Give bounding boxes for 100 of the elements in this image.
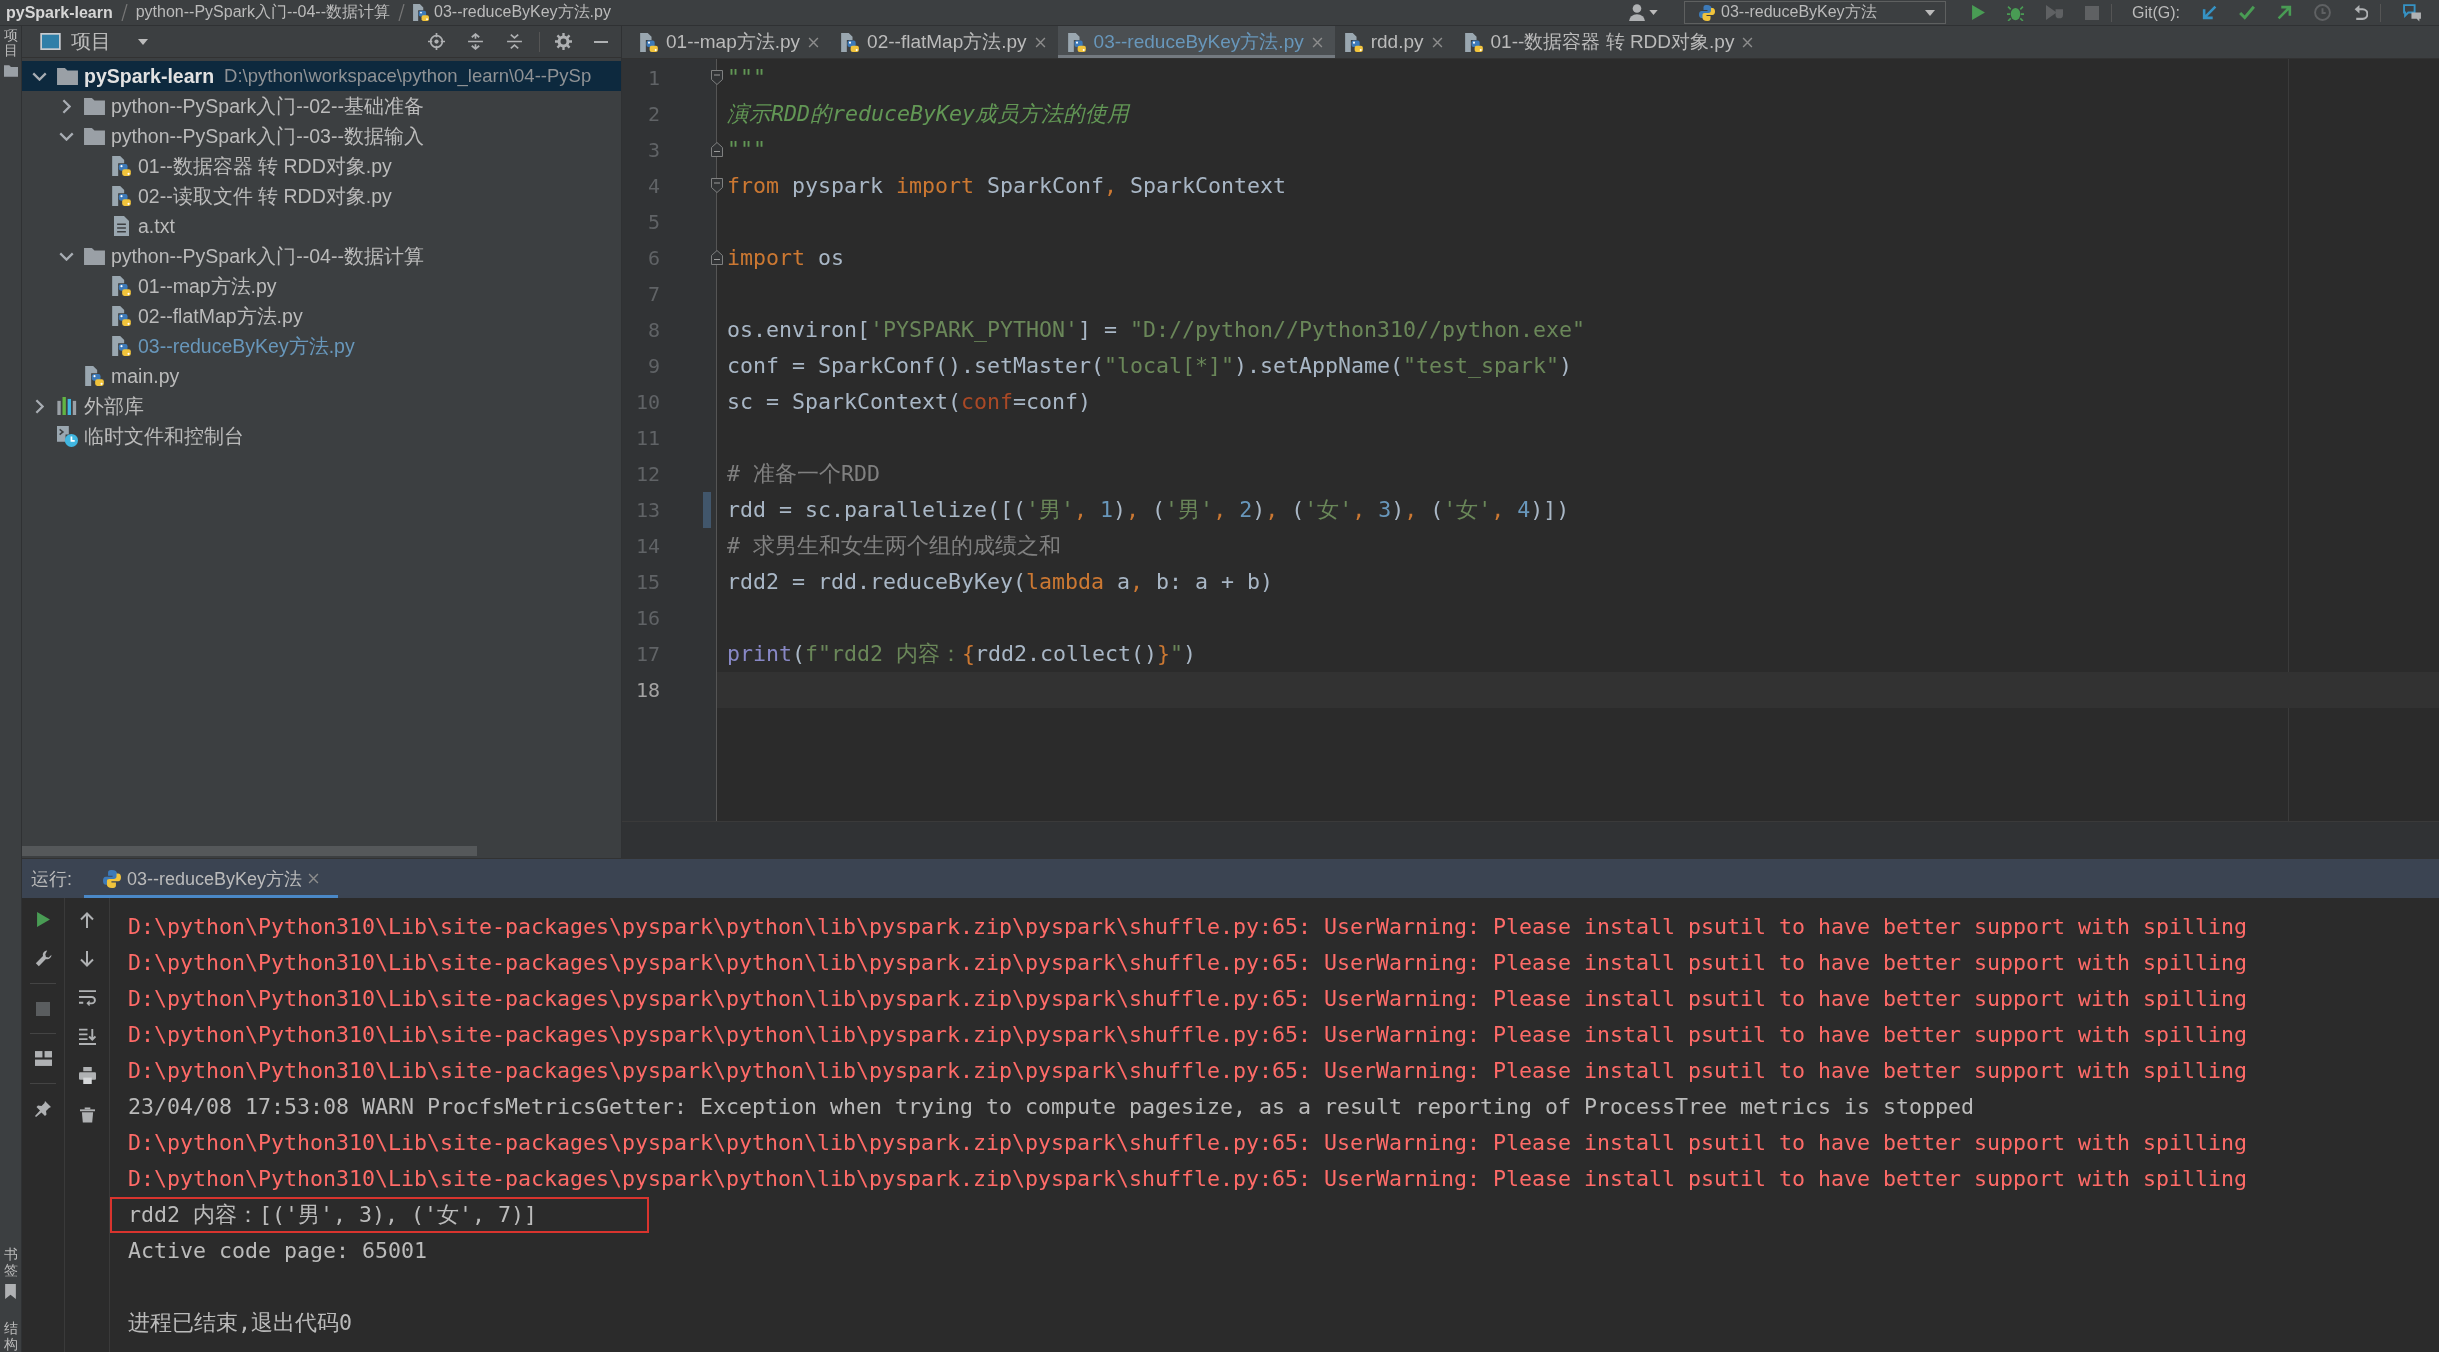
chevron-right-icon[interactable] — [34, 398, 44, 414]
console-line: 23/04/08 17:53:08 WARN ProcfsMetricsGetter: Exception when trying to compute pagesize, as a result reporting of ProcessTree metrics is stopped — [128, 1093, 1975, 1121]
tree-item[interactable]: 02--读取文件 转 RDD对象.py — [22, 181, 621, 211]
python-file-icon — [84, 366, 104, 386]
editor-tab[interactable]: 02--flatMap方法.py — [831, 26, 1058, 58]
gear-icon[interactable] — [555, 33, 572, 50]
console-line: D:\python\Python310\Lib\site-packages\pyspark\python\lib\pyspark.zip\pyspark\shuffle.py:65: UserWarning: Please install psutil to have better support with spilling — [128, 985, 2248, 1013]
tree-item[interactable]: 02--flatMap方法.py — [22, 301, 621, 331]
tree-item[interactable]: 01--数据容器 转 RDD对象.py — [22, 151, 621, 181]
undo-arrow-icon[interactable] — [2353, 4, 2368, 21]
close-icon[interactable] — [1742, 36, 1754, 48]
python-file-icon — [841, 32, 860, 52]
tree-item[interactable]: python--PySpark入门--03--数据输入 — [22, 121, 621, 151]
tree-item[interactable]: python--PySpark入门--02--基础准备 — [22, 91, 621, 121]
close-icon[interactable] — [1034, 36, 1046, 48]
fold-marker-icon[interactable] — [710, 70, 723, 85]
slash-separator-icon — [398, 4, 405, 21]
code-line: conf = SparkConf().setMaster("local[*]").setAppName("test_spark") — [726, 352, 1574, 380]
chevron-right-icon[interactable] — [61, 98, 71, 114]
tool-window-tab[interactable]: 书签 — [3, 1247, 18, 1279]
close-icon[interactable] — [808, 36, 820, 48]
scrollbar-thumb[interactable] — [22, 846, 477, 856]
tool-window-tab[interactable]: 项目 — [3, 28, 18, 59]
editor-tab[interactable]: rdd.py — [1334, 26, 1455, 58]
python-logo-icon — [103, 869, 121, 888]
tree-item[interactable]: 03--reduceByKey方法.py — [22, 331, 621, 361]
view-selector[interactable]: 项目 — [71, 28, 148, 55]
user-icon[interactable] — [1629, 4, 1645, 21]
window-icon — [40, 33, 61, 50]
crosshair-icon[interactable] — [428, 33, 445, 50]
tree-item[interactable]: 外部库 — [22, 391, 621, 421]
console-line: D:\python\Python310\Lib\site-packages\pyspark\python\lib\pyspark.zip\pyspark\shuffle.py:65: UserWarning: Please install psutil to have better support with spilling — [128, 1057, 2248, 1085]
close-icon[interactable] — [308, 873, 320, 884]
play-icon[interactable] — [1972, 5, 1985, 20]
minus-icon[interactable] — [594, 40, 608, 43]
arrow-down-left-icon[interactable] — [2202, 5, 2217, 20]
checkmark-icon[interactable] — [2239, 5, 2255, 20]
breadcrumb[interactable]: python--PySpark入门--04--数据计算 — [135, 2, 390, 23]
fold-marker-icon[interactable] — [710, 178, 723, 193]
play-icon[interactable] — [36, 912, 50, 927]
arrow-up-right-icon[interactable] — [2277, 5, 2292, 20]
breadcrumb[interactable]: pySpark-learn — [6, 3, 113, 22]
tool-window-tab[interactable]: 结构 — [3, 1321, 18, 1352]
python-file-icon — [111, 156, 131, 176]
caret-down-icon — [138, 38, 148, 45]
project-path: D:\python\workspace\python_learn\04--PySp — [224, 65, 592, 87]
run-tab[interactable]: 03--reduceByKey方法 — [84, 859, 339, 898]
scroll-to-end-icon[interactable] — [78, 1028, 96, 1045]
python-file-icon — [111, 276, 131, 296]
trash-icon[interactable] — [79, 1106, 95, 1123]
vcs-label: Git(G): — [2132, 3, 2180, 22]
tree-item[interactable]: python--PySpark入门--04--数据计算 — [22, 241, 621, 271]
editor-tab[interactable]: 01--map方法.py — [630, 26, 832, 58]
expand-arrows-icon[interactable] — [467, 33, 484, 50]
console-line: D:\python\Python310\Lib\site-packages\pyspark\python\lib\pyspark.zip\pyspark\shuffle.py:65: UserWarning: Please install psutil to have better support with spilling — [128, 913, 2248, 941]
code-line: 演示RDD的reduceByKey成员方法的使用 — [726, 100, 1132, 128]
up-arrow-icon[interactable] — [80, 911, 94, 928]
tree-item[interactable]: 临时文件和控制台 — [22, 421, 621, 451]
python-logo-icon — [1699, 4, 1715, 21]
code-line: rdd2 = rdd.reduceByKey(lambda a, b: a + b) — [726, 568, 1275, 596]
layout-icon[interactable] — [34, 1051, 52, 1066]
tree-item[interactable]: a.txt — [22, 211, 621, 241]
close-icon[interactable] — [1431, 36, 1443, 48]
chevron-down-icon[interactable] — [58, 251, 74, 261]
printer-icon[interactable] — [78, 1067, 96, 1084]
wrench-icon[interactable] — [34, 950, 52, 967]
console-line: D:\python\Python310\Lib\site-packages\pyspark\python\lib\pyspark.zip\pyspark\shuffle.py:65: UserWarning: Please install psutil to have better support with spilling — [128, 1021, 2248, 1049]
code-line: os.environ['PYSPARK_PYTHON'] = "D://python//Python310//python.exe" — [726, 316, 1587, 344]
soft-wrap-icon[interactable] — [78, 989, 96, 1006]
speech-bubbles-icon[interactable] — [2403, 3, 2422, 22]
tree-item[interactable]: pySpark-learn D:\python\workspace\python_learn\04--PySp — [22, 61, 621, 91]
down-arrow-icon[interactable] — [80, 950, 94, 967]
run-config-dropdown[interactable]: 03--reduceByKey方法 — [1684, 1, 1946, 24]
folder-icon — [56, 67, 78, 85]
caret-down-icon — [1649, 10, 1658, 15]
folder-icon — [3, 64, 18, 77]
editor-tab[interactable]: 01--数据容器 转 RDD对象.py — [1454, 26, 1766, 58]
console-line: D:\python\Python310\Lib\site-packages\pyspark\python\lib\pyspark.zip\pyspark\shuffle.py:65: UserWarning: Please install psutil to have better support with spilling — [128, 1129, 2248, 1157]
chevron-down-icon[interactable] — [31, 71, 47, 81]
chevron-down-icon[interactable] — [58, 131, 74, 141]
fold-marker-icon[interactable] — [710, 250, 723, 265]
folder-icon — [83, 97, 105, 115]
code-line: sc = SparkContext(conf=conf) — [726, 388, 1093, 416]
folder-icon — [83, 247, 105, 265]
text-file-icon — [113, 216, 129, 236]
run-label: 运行: — [31, 867, 72, 891]
code-line: # 求男生和女生两个组的成绩之和 — [726, 532, 1062, 560]
tree-item[interactable]: main.py — [22, 361, 621, 391]
bug-icon[interactable] — [2007, 4, 2024, 21]
console-line: D:\python\Python310\Lib\site-packages\pyspark\python\lib\pyspark.zip\pyspark\shuffle.py:65: UserWarning: Please install psutil to have better support with spilling — [128, 1165, 2248, 1193]
collapse-arrows-icon[interactable] — [506, 33, 523, 50]
console-clock-icon — [56, 425, 78, 447]
fold-marker-icon[interactable] — [710, 142, 723, 157]
python-file-icon — [111, 186, 131, 206]
tree-item[interactable]: 01--map方法.py — [22, 271, 621, 301]
pin-icon[interactable] — [35, 1100, 51, 1117]
code-line: rdd = sc.parallelize([('男', 1), ('男', 2), ('女', 3), ('女', 4)]) — [726, 496, 1571, 524]
breadcrumb[interactable]: 03--reduceByKey方法.py — [413, 2, 611, 23]
close-icon[interactable] — [1311, 36, 1323, 48]
code-line: """ — [726, 136, 767, 164]
